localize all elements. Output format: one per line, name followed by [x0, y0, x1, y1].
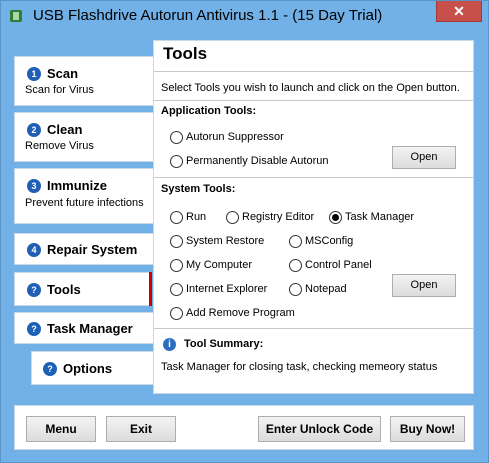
menu-button[interactable]: Menu: [26, 416, 96, 442]
tools-panel: Tools Select Tools you wish to launch an…: [153, 40, 474, 394]
number-4-icon: 4: [27, 243, 41, 257]
divider: [154, 100, 473, 101]
radio-circle-icon: [289, 259, 302, 272]
radio-circle-icon: [170, 307, 183, 320]
radio-autorun-suppressor[interactable]: Autorun Suppressor: [170, 131, 284, 145]
instruction-text: Select Tools you wish to launch and clic…: [161, 82, 460, 94]
number-2-icon: 2: [27, 123, 41, 137]
help-icon: ?: [27, 283, 41, 297]
radio-notepad[interactable]: Notepad: [289, 283, 347, 297]
radio-label: MSConfig: [305, 235, 354, 247]
radio-circle-icon: [226, 211, 239, 224]
sidebar-item-repair-system[interactable]: 4 Repair System: [14, 233, 154, 265]
radio-label: Task Manager: [345, 211, 415, 223]
app-icon: [10, 10, 22, 22]
sidebar-item-label: Scan: [47, 66, 79, 81]
enter-unlock-code-button[interactable]: Enter Unlock Code: [258, 416, 381, 442]
radio-label: Add Remove Program: [186, 307, 295, 319]
sidebar-item-clean[interactable]: 2 Clean Remove Virus: [14, 112, 154, 162]
radio-circle-icon: [170, 235, 183, 248]
sidebar-item-options[interactable]: ? Options: [31, 351, 154, 385]
sidebar-item-immunize[interactable]: 3 Immunize Prevent future infections: [14, 168, 154, 224]
exit-button[interactable]: Exit: [106, 416, 176, 442]
radio-my-computer[interactable]: My Computer: [170, 259, 252, 273]
radio-circle-icon: [289, 283, 302, 296]
application-tools-heading: Application Tools:: [161, 105, 257, 117]
sidebar-item-label: Immunize: [47, 178, 107, 193]
radio-system-restore[interactable]: System Restore: [170, 235, 264, 249]
page-title: Tools: [163, 44, 208, 63]
active-indicator: [149, 272, 152, 306]
radio-circle-icon: [289, 235, 302, 248]
radio-internet-explorer[interactable]: Internet Explorer: [170, 283, 267, 297]
radio-label: Internet Explorer: [186, 283, 268, 295]
sidebar-item-subtitle: Prevent future infections: [25, 197, 144, 209]
sidebar-item-label: Tools: [47, 282, 81, 297]
tool-summary-heading: Tool Summary:: [184, 338, 264, 350]
radio-label: System Restore: [186, 235, 265, 247]
number-3-icon: 3: [27, 179, 41, 193]
radio-control-panel[interactable]: Control Panel: [289, 259, 372, 273]
radio-label: My Computer: [186, 259, 253, 271]
window-title: USB Flashdrive Autorun Antivirus 1.1 - (…: [33, 7, 383, 24]
radio-label: Registry Editor: [242, 211, 315, 223]
radio-circle-icon: [170, 155, 183, 168]
radio-label: Run: [186, 211, 207, 223]
sidebar-item-label: Options: [63, 361, 113, 376]
radio-label: Permanently Disable Autorun: [186, 155, 329, 167]
radio-label: Control Panel: [305, 259, 372, 271]
sidebar-item-subtitle: Scan for Virus: [25, 84, 94, 96]
divider: [154, 71, 473, 72]
sidebar-item-label: Repair System: [47, 242, 138, 257]
tool-summary-text: Task Manager for closing task, checking …: [161, 361, 438, 373]
footer-bar: Menu Exit Enter Unlock Code Buy Now!: [14, 405, 474, 450]
radio-msconfig[interactable]: MSConfig: [289, 235, 353, 249]
radio-permanently-disable-autorun[interactable]: Permanently Disable Autorun: [170, 155, 328, 169]
sidebar-item-task-manager[interactable]: ? Task Manager: [14, 312, 154, 344]
sidebar-item-label: Clean: [47, 122, 83, 137]
radio-label: Autorun Suppressor: [186, 131, 284, 143]
open-system-tool-button[interactable]: Open: [392, 274, 456, 297]
divider: [154, 328, 473, 329]
open-application-tool-button[interactable]: Open: [392, 146, 456, 169]
title-bar[interactable]: USB Flashdrive Autorun Antivirus 1.1 - (…: [1, 1, 488, 33]
divider: [154, 177, 473, 178]
radio-circle-icon: [170, 211, 183, 224]
buy-now-button[interactable]: Buy Now!: [390, 416, 465, 442]
radio-circle-icon: [170, 283, 183, 296]
help-icon: ?: [43, 362, 57, 376]
help-icon: ?: [27, 322, 41, 336]
number-1-icon: 1: [27, 67, 41, 81]
radio-label: Notepad: [305, 283, 347, 295]
sidebar-item-label: Task Manager: [47, 321, 133, 336]
radio-circle-icon: [170, 259, 183, 272]
close-icon: ✕: [453, 3, 465, 19]
system-tools-heading: System Tools:: [161, 183, 236, 195]
radio-selected-icon: [329, 211, 342, 224]
radio-registry-editor[interactable]: Registry Editor: [226, 211, 314, 225]
sidebar-item-subtitle: Remove Virus: [25, 140, 94, 152]
sidebar-item-scan[interactable]: 1 Scan Scan for Virus: [14, 56, 154, 106]
sidebar-item-tools[interactable]: ? Tools: [14, 272, 152, 306]
radio-circle-icon: [170, 131, 183, 144]
info-icon: i: [163, 338, 176, 351]
radio-run[interactable]: Run: [170, 211, 206, 225]
app-window: USB Flashdrive Autorun Antivirus 1.1 - (…: [0, 0, 489, 463]
close-button[interactable]: ✕: [436, 1, 482, 22]
radio-task-manager[interactable]: Task Manager: [329, 211, 414, 225]
radio-add-remove-program[interactable]: Add Remove Program: [170, 307, 295, 321]
